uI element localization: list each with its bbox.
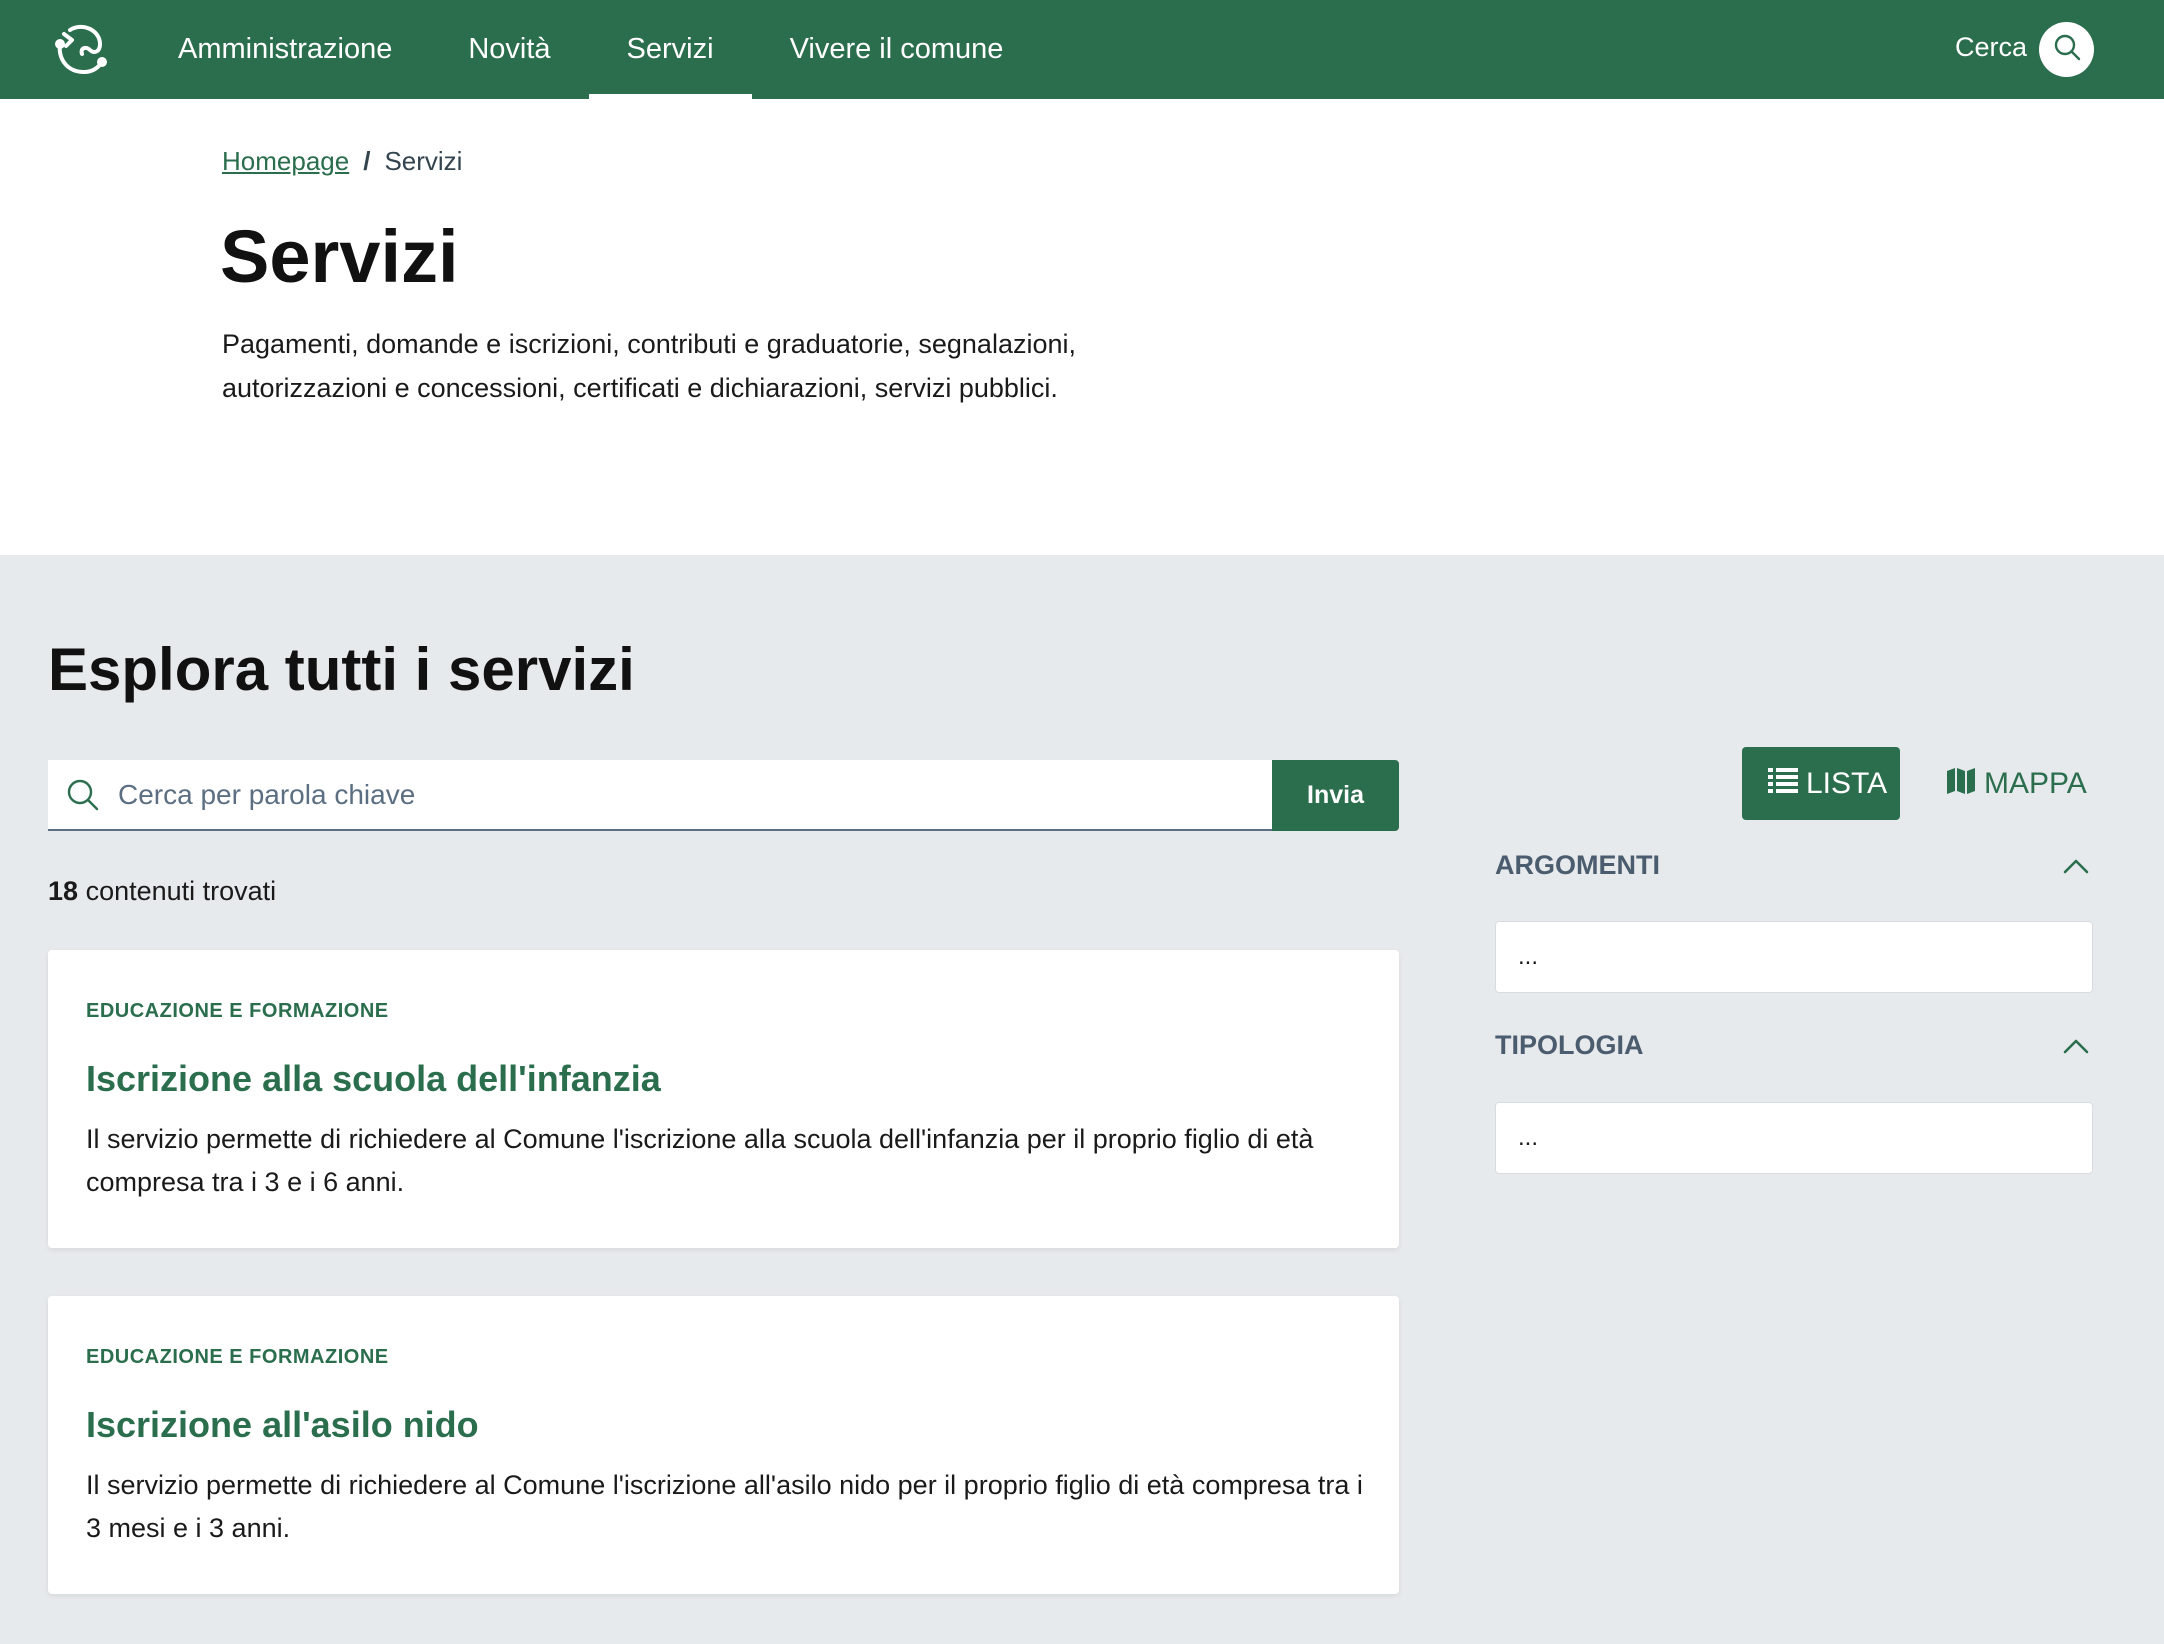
- page-title: Servizi: [220, 215, 459, 298]
- breadcrumb-home-link[interactable]: Homepage: [222, 146, 349, 177]
- results-count: 18 contenuti trovati: [48, 876, 276, 907]
- explore-title: Esplora tutti i servizi: [48, 636, 635, 703]
- filter-argomenti-options[interactable]: ...: [1495, 921, 2093, 993]
- breadcrumb: Homepage / Servizi: [222, 146, 462, 177]
- main-nav: Amministrazione Novità Servizi Vivere il…: [140, 0, 1041, 99]
- service-card: EDUCAZIONE E FORMAZIONE Iscrizione all'a…: [48, 1296, 1399, 1594]
- search-icon: [48, 777, 118, 813]
- keyword-search-box: [48, 760, 1272, 831]
- breadcrumb-separator: /: [363, 146, 371, 176]
- nav-item-novita[interactable]: Novità: [430, 0, 588, 99]
- map-view-button[interactable]: MAPPA: [1920, 747, 2113, 820]
- filter-argomenti-label: ARGOMENTI: [1495, 849, 1660, 880]
- nav-item-amministrazione[interactable]: Amministrazione: [140, 0, 430, 99]
- search-icon: [2052, 32, 2082, 67]
- results-text: contenuti trovati: [85, 876, 277, 906]
- filter-tipologia-label: TIPOLOGIA: [1495, 1029, 1644, 1060]
- filter-argomenti-toggle[interactable]: ARGOMENTI: [1495, 845, 2095, 885]
- header-search-button[interactable]: [2039, 22, 2094, 77]
- card-description: Il servizio permette di richiedere al Co…: [86, 1124, 1314, 1197]
- list-view-button[interactable]: LISTA: [1742, 747, 1900, 820]
- card-title-link[interactable]: Iscrizione alla scuola dell'infanzia: [86, 1058, 661, 1100]
- chevron-up-icon: [2063, 850, 2089, 881]
- keyword-search-input[interactable]: [118, 760, 1272, 829]
- search-label[interactable]: Cerca: [1955, 32, 2027, 63]
- top-navigation-bar: Amministrazione Novità Servizi Vivere il…: [0, 0, 2164, 99]
- chevron-up-icon: [2063, 1030, 2089, 1061]
- explore-section: Esplora tutti i servizi Invia 18 contenu…: [0, 555, 2164, 1644]
- list-icon: [1768, 767, 1798, 801]
- card-category[interactable]: EDUCAZIONE E FORMAZIONE: [86, 1000, 389, 1023]
- card-category[interactable]: EDUCAZIONE E FORMAZIONE: [86, 1346, 389, 1369]
- logo-icon[interactable]: [50, 20, 110, 80]
- card-description: Il servizio permette di richiedere al Co…: [86, 1470, 1363, 1543]
- results-number: 18: [48, 876, 79, 906]
- map-icon: [1946, 765, 1976, 803]
- list-view-label: LISTA: [1806, 766, 1888, 800]
- map-view-label: MAPPA: [1984, 766, 2087, 800]
- breadcrumb-current: Servizi: [384, 146, 463, 176]
- page-description: Pagamenti, domande e iscrizioni, contrib…: [222, 329, 1076, 403]
- nav-item-servizi[interactable]: Servizi: [588, 0, 752, 99]
- filter-tipologia-options[interactable]: ...: [1495, 1102, 2093, 1174]
- card-title-link[interactable]: Iscrizione all'asilo nido: [86, 1404, 479, 1446]
- nav-item-vivere-il-comune[interactable]: Vivere il comune: [752, 0, 1042, 99]
- filter-tipologia-toggle[interactable]: TIPOLOGIA: [1495, 1025, 2095, 1065]
- submit-search-button[interactable]: Invia: [1272, 760, 1399, 831]
- service-card: EDUCAZIONE E FORMAZIONE Iscrizione alla …: [48, 950, 1399, 1248]
